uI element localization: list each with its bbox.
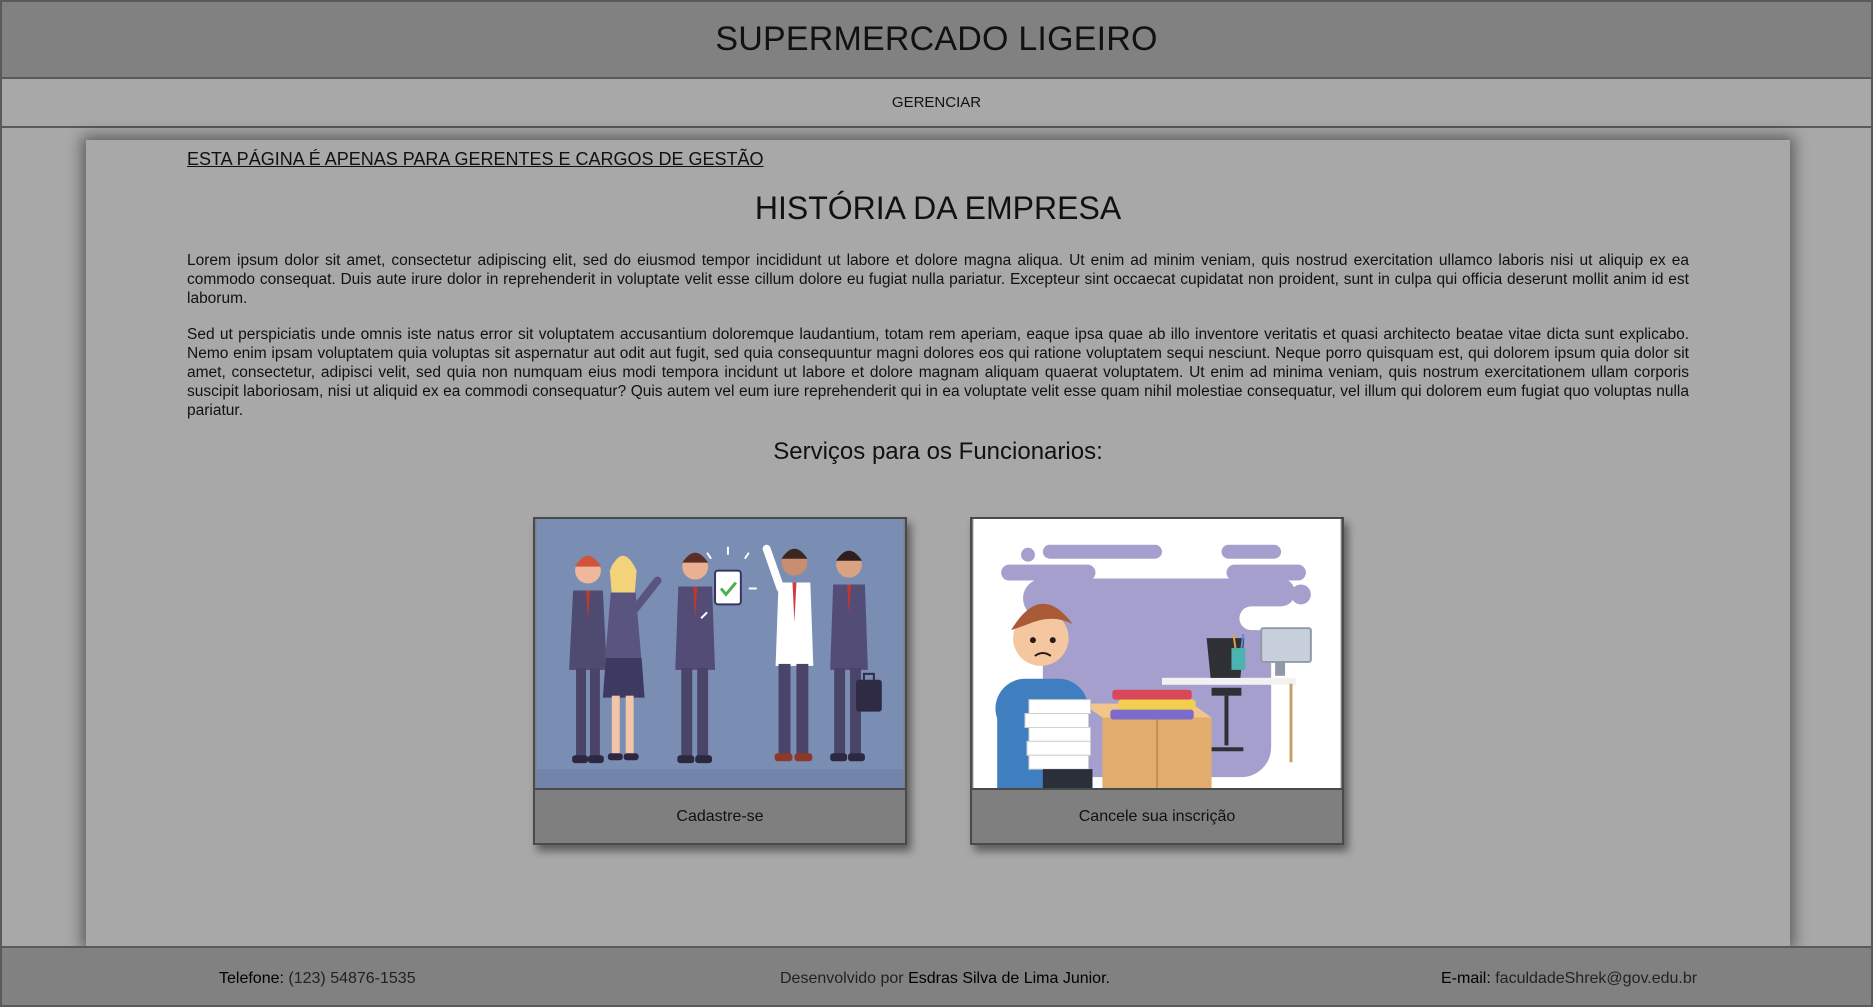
page-margin-left xyxy=(0,128,86,946)
footer-phone-value: (123) 54876-1535 xyxy=(288,970,416,987)
footer-email-label: E-mail: xyxy=(1441,970,1491,987)
cancel-subscription-card[interactable]: Cancele sua inscrição xyxy=(970,517,1344,845)
services-title: Serviços para os Funcionarios: xyxy=(773,438,1103,465)
footer-phone-label: Telefone: xyxy=(219,970,284,987)
register-card-label: Cadastre-se xyxy=(676,807,764,825)
footer-email-value: faculdadeShrek@gov.edu.br xyxy=(1495,970,1698,987)
page-title: HISTÓRIA DA EMPRESA xyxy=(754,190,1122,226)
footer-phone: Telefone: (123) 54876-1535 xyxy=(219,970,416,988)
history-paragraph-2: Sed ut perspiciatis unde omnis iste natu… xyxy=(187,326,1689,419)
footer-developer: Desenvolvido por Esdras Silva de Lima Ju… xyxy=(780,970,1110,988)
site-title: SUPERMERCADO LIGEIRO xyxy=(715,20,1158,58)
cancel-subscription-card-label: Cancele sua inscrição xyxy=(1078,807,1236,825)
nav-item-gerenciar[interactable]: GERENCIAR xyxy=(892,94,981,111)
main-content: ESTA PÁGINA É APENAS PARA GERENTES E CAR… xyxy=(86,140,1790,946)
nav-bar: GERENCIAR xyxy=(0,79,1873,128)
history-paragraph-1: Lorem ipsum dolor sit amet, consectetur … xyxy=(187,252,1689,307)
team-celebration-illustration xyxy=(535,519,905,790)
register-card[interactable]: Cadastre-se xyxy=(533,517,907,845)
footer-developer-prefix: Desenvolvido por xyxy=(780,970,904,987)
managers-notice: ESTA PÁGINA É APENAS PARA GERENTES E CAR… xyxy=(187,149,764,169)
site-header: SUPERMERCADO LIGEIRO xyxy=(0,0,1873,79)
footer-developer-name: Esdras Silva de Lima Junior. xyxy=(908,970,1110,987)
sad-employee-illustration xyxy=(972,519,1342,790)
site-footer: Telefone: (123) 54876-1535 Desenvolvido … xyxy=(0,946,1873,1007)
footer-email: E-mail: faculdadeShrek@gov.edu.br xyxy=(1441,970,1697,988)
page-margin-right xyxy=(1790,128,1873,946)
